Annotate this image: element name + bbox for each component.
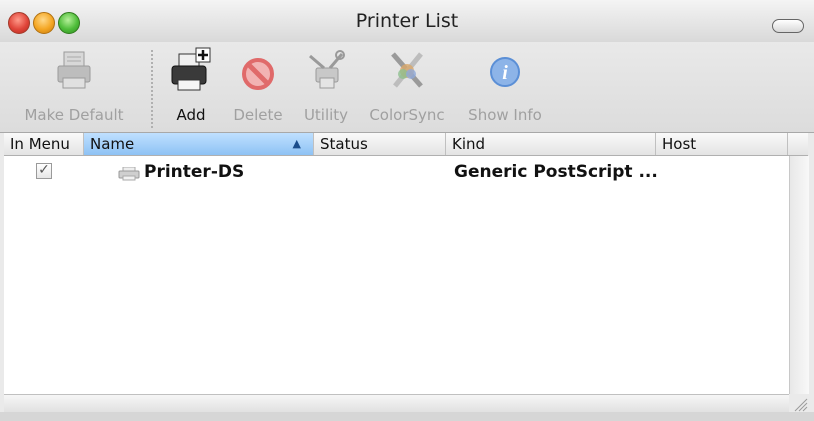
toolbar-toggle-button[interactable]: [772, 19, 804, 33]
colorsync-button[interactable]: ColorSync: [364, 46, 450, 124]
printer-table: ✓ Printer-DS Generic PostScript ...: [4, 156, 789, 394]
column-header-host[interactable]: Host: [656, 133, 788, 155]
toolbar: Make Default Add Delete Utility ColorSyn…: [0, 42, 814, 133]
make-default-label: Make Default: [24, 106, 124, 124]
add-label: Add: [176, 106, 206, 124]
show-info-button[interactable]: i Show Info: [460, 46, 550, 124]
colorsync-icon: [383, 46, 431, 96]
printer-name: Printer-DS: [144, 162, 245, 182]
column-header-in-menu[interactable]: In Menu: [4, 133, 84, 155]
delete-label: Delete: [233, 106, 283, 124]
show-info-label: Show Info: [468, 106, 542, 124]
utility-icon: [302, 46, 350, 96]
column-header-label: Status: [320, 135, 368, 153]
window-bottom-edge: [0, 412, 814, 421]
add-printer-icon: [167, 46, 215, 96]
delete-icon: [234, 46, 282, 96]
sort-ascending-icon: ▲: [292, 137, 301, 150]
column-header-label: Name: [90, 135, 135, 153]
column-header-label: Host: [662, 135, 697, 153]
table-header: In Menu Name ▲ Status Kind Host: [4, 133, 808, 156]
resize-grip-icon[interactable]: [789, 394, 808, 412]
horizontal-scrollbar[interactable]: [4, 394, 789, 413]
delete-button[interactable]: Delete: [228, 46, 288, 124]
vertical-scrollbar[interactable]: [789, 156, 809, 394]
window-title: Printer List: [355, 10, 459, 32]
toolbar-separator: [151, 50, 153, 128]
svg-text:i: i: [502, 62, 508, 84]
printer-list-window: Printer List Make Default Add Delete Uti…: [0, 0, 814, 421]
table-row[interactable]: ✓ Printer-DS Generic PostScript ...: [4, 160, 789, 188]
column-header-status[interactable]: Status: [314, 133, 446, 155]
in-menu-checkbox[interactable]: ✓: [36, 163, 52, 179]
printer-icon: [118, 166, 140, 181]
printer-icon: [50, 46, 98, 96]
column-header-kind[interactable]: Kind: [446, 133, 656, 155]
utility-label: Utility: [303, 106, 349, 124]
printer-kind: Generic PostScript ...: [454, 162, 658, 182]
add-button[interactable]: Add: [166, 46, 216, 124]
column-header-label: In Menu: [10, 135, 70, 153]
column-header-name[interactable]: Name ▲: [84, 133, 314, 155]
info-icon: i: [481, 46, 529, 96]
column-header-label: Kind: [452, 135, 486, 153]
colorsync-label: ColorSync: [369, 106, 445, 124]
title-bar[interactable]: Printer List: [0, 0, 814, 43]
utility-button[interactable]: Utility: [296, 46, 356, 124]
make-default-button[interactable]: Make Default: [14, 46, 134, 124]
